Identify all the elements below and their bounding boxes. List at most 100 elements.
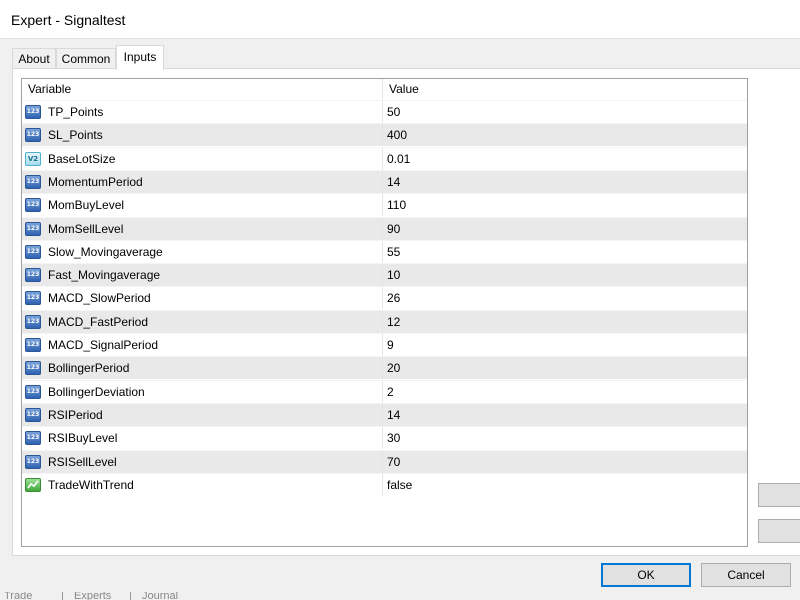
value-cell[interactable]: 2 xyxy=(383,381,747,403)
integer-type-icon: 123 xyxy=(25,431,41,446)
grid-header: Variable Value xyxy=(22,79,747,100)
value-cell[interactable]: 20 xyxy=(383,357,747,379)
variable-cell: 123 MomBuyLevel xyxy=(22,194,383,217)
input-row-sl-points[interactable]: 123 SL_Points 400 xyxy=(22,123,747,147)
input-row-slow-movingaverage[interactable]: 123 Slow_Movingaverage 55 xyxy=(22,239,747,263)
value-cell[interactable]: 30 xyxy=(383,427,747,449)
type-icon-text: 123 xyxy=(26,364,40,372)
value-cell[interactable]: 50 xyxy=(383,101,747,123)
cancel-button[interactable]: Cancel xyxy=(701,563,791,587)
integer-type-icon: 123 xyxy=(25,105,41,119)
integer-type-icon: 123 xyxy=(25,128,41,143)
variable-name: MomentumPeriod xyxy=(48,174,143,189)
value-cell[interactable]: 12 xyxy=(383,311,747,333)
side-button-lower[interactable] xyxy=(758,519,800,543)
tab-inputs[interactable]: Inputs xyxy=(116,45,164,70)
variable-cell: TradeWithTrend xyxy=(22,473,383,496)
type-icon-text: 123 xyxy=(26,131,40,139)
value-cell[interactable]: 110 xyxy=(383,194,747,216)
type-icon-text: 123 xyxy=(26,457,40,465)
title-bar[interactable]: Expert - Signaltest xyxy=(0,0,800,39)
value-cell[interactable]: 90 xyxy=(383,218,747,240)
integer-type-icon: 123 xyxy=(25,314,41,329)
tab-common[interactable]: Common xyxy=(56,48,116,68)
integer-type-icon: 123 xyxy=(25,361,41,376)
value-cell[interactable]: 14 xyxy=(383,171,747,193)
window-title: Expert - Signaltest xyxy=(11,12,126,28)
integer-type-icon: 123 xyxy=(25,291,41,306)
input-row-bollingerperiod[interactable]: 123 BollingerPeriod 20 xyxy=(22,356,747,380)
input-row-macd-signalperiod[interactable]: 123 MACD_SignalPeriod 9 xyxy=(22,333,747,356)
integer-type-icon: 123 xyxy=(25,338,41,352)
tab-about[interactable]: About xyxy=(12,48,56,68)
variable-cell: 123 SL_Points xyxy=(22,124,383,147)
integer-type-icon: 123 xyxy=(25,198,41,213)
type-icon-text: 123 xyxy=(26,294,40,302)
input-row-baselotsize[interactable]: V2 BaseLotSize 0.01 xyxy=(22,146,747,170)
input-row-macd-fastperiod[interactable]: 123 MACD_FastPeriod 12 xyxy=(22,309,747,333)
variable-name: Slow_Movingaverage xyxy=(48,244,163,259)
variable-name: MomSellLevel xyxy=(48,221,124,236)
variable-cell: 123 MACD_SlowPeriod xyxy=(22,287,383,310)
input-row-momselllevel[interactable]: 123 MomSellLevel 90 xyxy=(22,216,747,240)
input-row-rsibuylevel[interactable]: 123 RSIBuyLevel 30 xyxy=(22,426,747,450)
type-icon-text: 123 xyxy=(26,271,40,279)
integer-type-icon: 123 xyxy=(25,384,41,399)
type-icon-text: 123 xyxy=(26,201,40,209)
type-icon-text: 123 xyxy=(26,410,40,418)
background-tab-trade: Trade xyxy=(4,592,33,600)
column-header-variable[interactable]: Variable xyxy=(22,79,383,100)
variable-cell: 123 RSIPeriod xyxy=(22,403,383,426)
value-cell[interactable]: 400 xyxy=(383,124,747,146)
value-cell[interactable]: false xyxy=(383,474,747,496)
integer-type-icon: 123 xyxy=(25,244,41,259)
input-row-tradewithtrend[interactable]: TradeWithTrend false xyxy=(22,472,747,496)
variable-cell: 123 Fast_Movingaverage xyxy=(22,264,383,287)
variable-name: MACD_SignalPeriod xyxy=(48,338,159,352)
variable-cell: V2 BaseLotSize xyxy=(22,147,383,170)
input-row-fast-movingaverage[interactable]: 123 Fast_Movingaverage 10 xyxy=(22,263,747,287)
variable-cell: 123 MomSellLevel xyxy=(22,217,383,240)
inputs-grid: Variable Value 123 TP_Points 50 123 SL_Point… xyxy=(21,78,748,547)
value-cell[interactable]: 70 xyxy=(383,451,747,473)
type-icon-text: 123 xyxy=(26,177,40,185)
value-cell[interactable]: 9 xyxy=(383,334,747,356)
input-row-momentumperiod[interactable]: 123 MomentumPeriod 14 xyxy=(22,169,747,193)
ok-button[interactable]: OK xyxy=(601,563,691,587)
value-cell[interactable]: 26 xyxy=(383,287,747,309)
integer-type-icon: 123 xyxy=(25,268,41,283)
variable-name: SL_Points xyxy=(48,128,103,143)
value-cell[interactable]: 55 xyxy=(383,241,747,263)
variable-name: Fast_Movingaverage xyxy=(48,268,161,283)
variable-cell: 123 MACD_SignalPeriod xyxy=(22,334,383,356)
input-row-rsiperiod[interactable]: 123 RSIPeriod 14 xyxy=(22,402,747,426)
variable-name: RSISellLevel xyxy=(48,454,117,469)
value-cell[interactable]: 14 xyxy=(383,404,747,426)
variable-name: RSIBuyLevel xyxy=(48,431,118,446)
variable-name: BollingerPeriod xyxy=(48,361,130,376)
value-cell[interactable]: 0.01 xyxy=(383,148,747,170)
input-row-macd-slowperiod[interactable]: 123 MACD_SlowPeriod 26 xyxy=(22,286,747,310)
input-row-bollingerdeviation[interactable]: 123 BollingerDeviation 2 xyxy=(22,379,747,403)
type-icon-text: 123 xyxy=(26,317,40,325)
variable-cell: 123 BollingerPeriod xyxy=(22,357,383,380)
input-row-mombuylevel[interactable]: 123 MomBuyLevel 110 xyxy=(22,193,747,217)
side-button-upper[interactable] xyxy=(758,483,800,507)
expert-properties-dialog: Expert - Signaltest About Common Inputs … xyxy=(0,0,800,600)
type-icon-text: 123 xyxy=(26,341,40,348)
type-icon-text: 123 xyxy=(26,224,40,232)
input-row-rsiselllevel[interactable]: 123 RSISellLevel 70 xyxy=(22,449,747,473)
type-icon-text: V2 xyxy=(27,154,39,163)
variable-cell: 123 RSIBuyLevel xyxy=(22,427,383,450)
column-header-value[interactable]: Value xyxy=(383,79,747,100)
integer-type-icon: 123 xyxy=(25,221,41,236)
background-tab-journal: Journal xyxy=(142,592,179,600)
background-tab-separator xyxy=(130,592,131,600)
variable-cell: 123 MomentumPeriod xyxy=(22,170,383,193)
variable-name: BaseLotSize xyxy=(48,151,116,166)
value-cell[interactable]: 10 xyxy=(383,264,747,286)
integer-type-icon: 123 xyxy=(25,174,41,189)
boolean-type-icon xyxy=(25,477,41,492)
input-row-tp-points[interactable]: 123 TP_Points 50 xyxy=(22,100,747,123)
type-icon-text: 123 xyxy=(26,387,40,395)
